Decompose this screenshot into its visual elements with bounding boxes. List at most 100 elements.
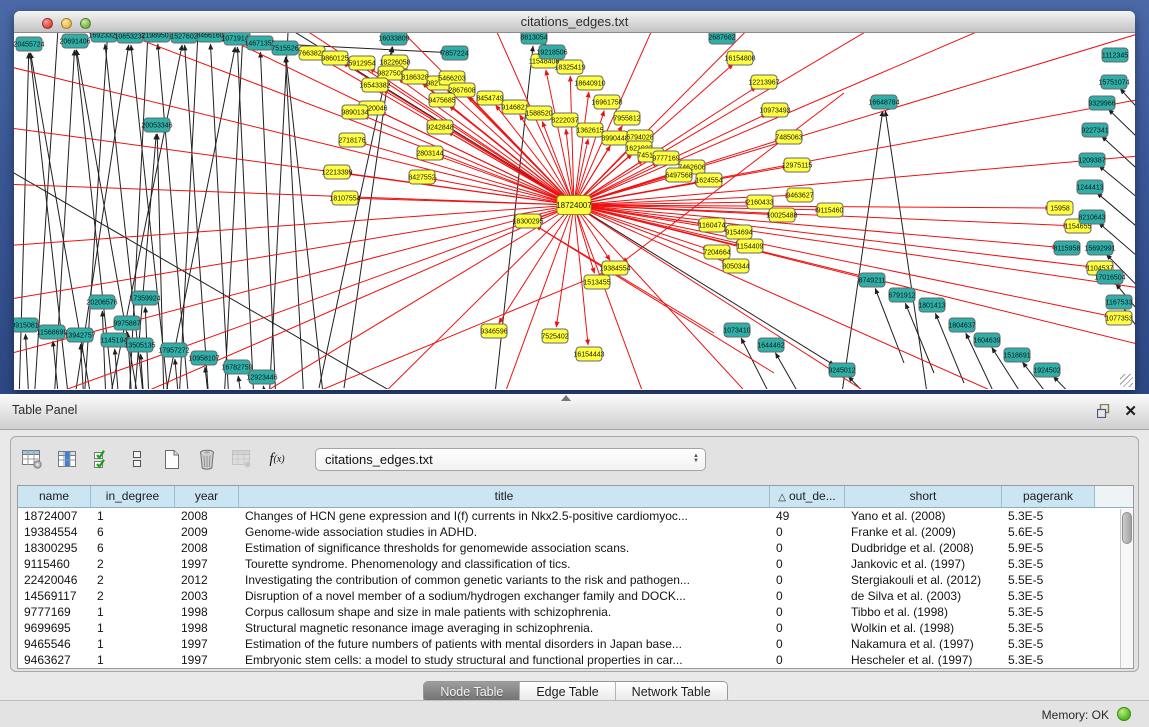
citation-graph[interactable]: 7663822986012559129541822605898275081654… — [14, 33, 1135, 389]
column-header-out-degree[interactable]: △out_de... — [770, 486, 845, 508]
show-columns-icon[interactable] — [56, 448, 78, 470]
table-cell: 9777169 — [18, 604, 91, 620]
modify-table-icon[interactable] — [21, 448, 43, 470]
graph-node-label: 19218506 — [536, 50, 567, 57]
citation-edge-black[interactable] — [25, 334, 29, 389]
column-header-name[interactable]: name — [18, 486, 91, 508]
table-row[interactable]: 977716911998Corpus callosum shape and si… — [18, 604, 1133, 620]
citation-edge-red[interactable] — [574, 33, 1044, 205]
table-cell: 1998 — [175, 604, 239, 620]
citation-edge-black[interactable] — [269, 33, 289, 389]
citation-edge-black[interactable] — [175, 359, 179, 389]
function-builder-icon[interactable]: f(x) — [266, 448, 288, 470]
graph-node-label: 1154409 — [737, 244, 764, 251]
table-cell: 0 — [770, 604, 845, 620]
citation-edge-black[interactable] — [263, 386, 266, 389]
citation-edge-red[interactable] — [574, 205, 1135, 293]
citation-edge-black[interactable] — [885, 111, 927, 389]
network-window-titlebar[interactable]: citations_edges.txt — [14, 11, 1135, 33]
table-toolbar: f(x) citations_edges.txt ▲▼ — [21, 443, 706, 475]
table-cell: 2012 — [175, 572, 239, 588]
graph-node-label: 10025488 — [766, 213, 797, 220]
citation-edge-black[interactable] — [19, 53, 29, 389]
table-cell: Yano et al. (2008) — [845, 508, 1002, 524]
table-row[interactable]: 1938455462009Genome-wide association stu… — [18, 524, 1133, 540]
network-table-select[interactable]: citations_edges.txt ▲▼ — [315, 448, 706, 471]
citation-edge-black[interactable] — [164, 47, 235, 389]
table-row[interactable]: 1456911722003Disruption of a novel membe… — [18, 588, 1133, 604]
table-row[interactable]: 1830029562008Estimation of significance … — [18, 540, 1133, 556]
table-cell: 0 — [770, 540, 845, 556]
network-canvas[interactable]: 7663822986012559129541822605898275081654… — [14, 33, 1135, 389]
citation-edge-black[interactable] — [1120, 89, 1135, 148]
graph-node-label: 1362615 — [576, 128, 603, 135]
new-file-icon[interactable] — [161, 448, 183, 470]
table-row[interactable]: 1872400712008Changes of HCN gene express… — [18, 508, 1133, 524]
close-panel-icon[interactable]: ✕ — [1124, 402, 1137, 420]
citation-edge-red[interactable] — [448, 132, 574, 205]
table-row[interactable]: 2242004622012Investigating the contribut… — [18, 572, 1133, 588]
column-header-pagerank[interactable]: pagerank — [1002, 486, 1095, 508]
graph-node-label: 16961758 — [591, 100, 622, 107]
citation-edge-black[interactable] — [1053, 376, 1084, 389]
citation-edge-black[interactable] — [141, 354, 144, 389]
citation-edge-black[interactable] — [848, 376, 874, 389]
graph-node-label: 9245012 — [828, 368, 855, 375]
citation-edge-red[interactable] — [354, 205, 574, 389]
citation-edge-red[interactable] — [546, 70, 574, 205]
citation-edge-black[interactable] — [1102, 136, 1135, 203]
graph-node-label: 13942757 — [64, 333, 95, 340]
table-cell: 1 — [91, 620, 175, 636]
graph-node-label: 9227341 — [1081, 128, 1108, 135]
citation-edge-red[interactable] — [14, 123, 574, 205]
graph-node-label: 7525402 — [541, 334, 568, 341]
column-header-short[interactable]: short — [845, 486, 1002, 508]
table-row[interactable]: 946362711997Embryonic stem cells: a mode… — [18, 652, 1133, 668]
graph-node-label: 11548408 — [529, 59, 560, 66]
graph-node-label: 9475685 — [428, 98, 455, 105]
panel-resize-grip[interactable] — [561, 395, 571, 401]
memory-status-indicator[interactable] — [1117, 707, 1131, 721]
select-all-rows-icon[interactable] — [91, 448, 113, 470]
column-header-year[interactable]: year — [175, 486, 239, 508]
graph-node-label: 1924502 — [1033, 368, 1060, 375]
graph-node-label: 18226058 — [379, 60, 410, 67]
table-row[interactable]: 946554611997Estimation of the future num… — [18, 636, 1133, 652]
tab-network-table[interactable]: Network Table — [615, 682, 727, 702]
graph-node-label: 16543382 — [359, 83, 390, 90]
graph-node-label: 1244413 — [1076, 185, 1103, 192]
graph-node-label: 16154808 — [724, 56, 755, 63]
graph-node-label: 20206576 — [86, 300, 117, 307]
float-panel-icon[interactable] — [1097, 404, 1111, 418]
table-cell: 0 — [770, 572, 845, 588]
tab-edge-table[interactable]: Edge Table — [519, 682, 614, 702]
citation-edge-black[interactable] — [210, 44, 229, 389]
citation-edge-red[interactable] — [574, 205, 1135, 353]
graph-node-label: 1154655 — [1065, 224, 1092, 231]
graph-node-label: 6791912 — [888, 293, 915, 300]
table-row[interactable]: 911546021997Tourette syndrome. Phenomeno… — [18, 556, 1133, 572]
window-resize-grip[interactable] — [1120, 374, 1133, 387]
table-row[interactable]: 969969511998Structural magnetic resonanc… — [18, 620, 1133, 636]
unselect-rows-icon[interactable] — [126, 448, 148, 470]
column-header-in-degree[interactable]: in_degree — [91, 486, 175, 508]
citation-edge-black[interactable] — [842, 111, 883, 389]
graph-node-label: 18325419 — [554, 65, 585, 72]
citation-edge-black[interactable] — [775, 353, 804, 389]
table-cell: 5.3E-5 — [1002, 556, 1095, 572]
citation-edge-black[interactable] — [238, 376, 242, 389]
table-cell: 5.3E-5 — [1002, 588, 1095, 604]
table-cell: Estimation of the future numbers of pati… — [239, 636, 770, 652]
column-header-title[interactable]: title — [239, 486, 770, 508]
scrollbar-thumb[interactable] — [1122, 512, 1132, 544]
delete-rows-icon[interactable] — [196, 448, 218, 470]
table-vertical-scrollbar[interactable] — [1120, 509, 1133, 668]
graph-node-label: 16033809 — [378, 36, 409, 43]
network-window[interactable]: citations_edges.txt 76638229860125591295… — [14, 11, 1135, 390]
table-cell: 1997 — [175, 636, 239, 652]
citation-edge-red[interactable] — [574, 33, 1135, 205]
tab-node-table[interactable]: Node Table — [424, 682, 519, 702]
citation-edge-red[interactable] — [556, 205, 574, 327]
table-cell: 1 — [91, 604, 175, 620]
citation-edge-black[interactable] — [905, 303, 934, 373]
